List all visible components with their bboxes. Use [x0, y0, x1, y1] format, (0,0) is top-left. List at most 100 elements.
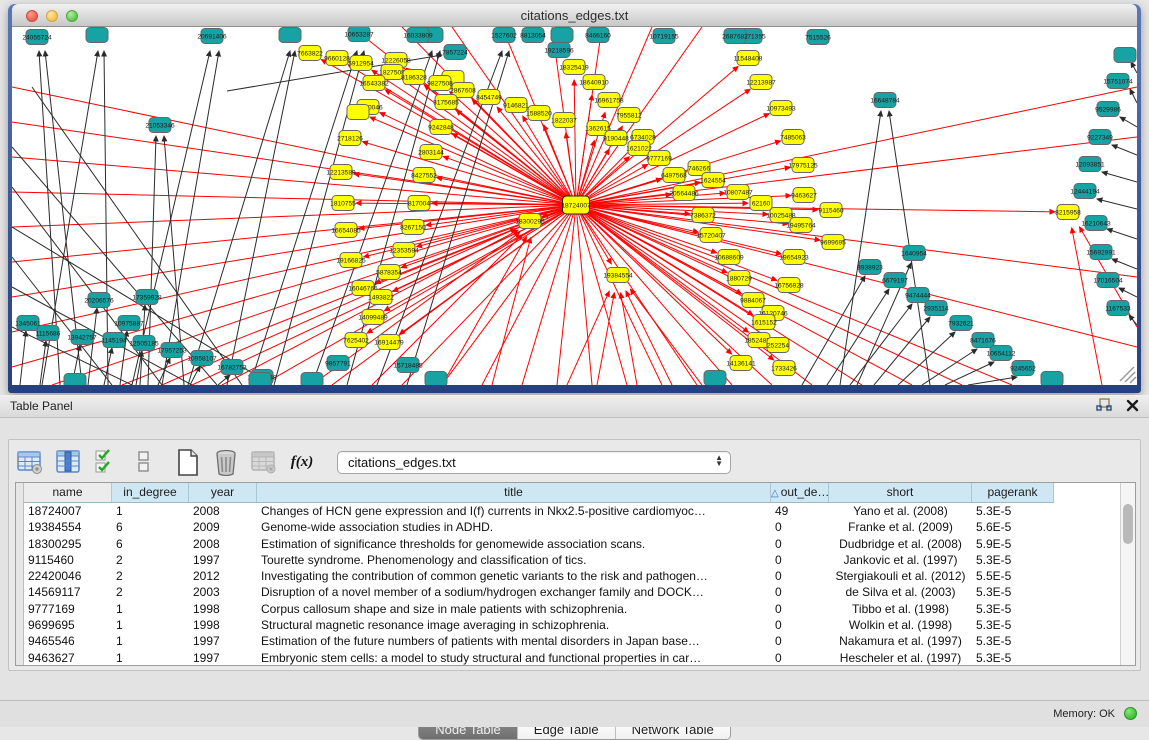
graph-node[interactable]: 9242848: [428, 120, 454, 135]
function-builder-button[interactable]: f(x): [287, 447, 317, 477]
graph-node[interactable]: 18325419: [559, 60, 589, 75]
graph-node[interactable]: 817004: [408, 196, 430, 211]
graph-node[interactable]: 17359928: [132, 290, 162, 305]
column-header-pagerank[interactable]: pagerank: [972, 483, 1054, 503]
graph-node[interactable]: [1114, 48, 1136, 63]
graph-node[interactable]: 12353594: [389, 243, 419, 258]
table-row[interactable]: 946554611997Estimation of the future num…: [24, 633, 1120, 649]
column-header-in_degree[interactable]: in_degree: [112, 483, 189, 503]
table-row[interactable]: 911546021997Tourette syndrome. Phenomeno…: [24, 552, 1120, 568]
node-table[interactable]: namein_degreeyeartitle△out_de…shortpager…: [15, 482, 1136, 666]
graph-node[interactable]: 1588520: [526, 106, 552, 121]
graph-node[interactable]: 20691406: [197, 29, 227, 44]
graph-node[interactable]: 1624554: [700, 173, 726, 188]
table-row[interactable]: 1872400712008Changes of HCN gene express…: [24, 503, 1120, 519]
column-header-short[interactable]: short: [829, 483, 972, 503]
graph-node[interactable]: 19384554: [603, 268, 633, 283]
graph-node[interactable]: 15751074: [1103, 74, 1133, 89]
graph-node[interactable]: [249, 373, 271, 386]
graph-node[interactable]: 1640954: [901, 246, 927, 261]
graph-node[interactable]: 6497568: [661, 168, 687, 183]
float-panel-icon[interactable]: [1096, 398, 1112, 417]
graph-node[interactable]: 7625402: [343, 333, 369, 348]
select-columns-button[interactable]: [53, 447, 83, 477]
graph-node[interactable]: 12213987: [746, 75, 776, 90]
graph-node[interactable]: 9190448: [603, 131, 629, 146]
graph-node[interactable]: 9857791: [325, 356, 351, 371]
graph-node[interactable]: 17016504: [1093, 273, 1123, 288]
graph-node[interactable]: 8466160: [585, 28, 611, 43]
graph-node[interactable]: 8938923: [857, 260, 883, 275]
table-row[interactable]: 1830029562008Estimation of significance …: [24, 536, 1120, 552]
select-rows-button[interactable]: [91, 447, 121, 477]
graph-hub-node[interactable]: 18724007: [561, 196, 591, 214]
graph-node[interactable]: 1880729: [726, 271, 752, 286]
graph-node[interactable]: 10973493: [766, 101, 796, 116]
graph-node[interactable]: 12093851: [1075, 157, 1105, 172]
graph-node[interactable]: 9474444: [905, 288, 931, 303]
graph-node[interactable]: 2935114: [923, 301, 949, 316]
table-panel-titlebar[interactable]: Table Panel: [0, 395, 1149, 418]
graph-node[interactable]: 19166825: [336, 253, 366, 268]
table-vertical-scrollbar[interactable]: [1120, 483, 1135, 665]
graph-node[interactable]: 10975887: [114, 316, 144, 331]
graph-node[interactable]: 10654112: [987, 346, 1016, 361]
graph-node[interactable]: [1041, 372, 1063, 386]
graph-node[interactable]: 12444194: [1070, 184, 1100, 199]
graph-node[interactable]: 1822037: [551, 113, 577, 128]
graph-node[interactable]: 10719155: [649, 29, 679, 44]
graph-node[interactable]: [425, 372, 447, 386]
graph-node[interactable]: 8186328: [401, 70, 427, 85]
graph-node[interactable]: 21053346: [145, 118, 175, 133]
graph-node[interactable]: 17957253: [157, 343, 187, 358]
graph-node[interactable]: 252254: [767, 338, 789, 353]
graph-node[interactable]: 1810755: [330, 196, 356, 211]
graph-node[interactable]: 9463627: [791, 188, 817, 203]
graph-node[interactable]: 10958107: [187, 351, 217, 366]
graph-node[interactable]: 8454749: [476, 90, 502, 105]
graph-node[interactable]: 14099489: [358, 310, 388, 325]
window-titlebar[interactable]: citations_edges.txt: [12, 4, 1137, 27]
graph-node[interactable]: 16961758: [594, 93, 624, 108]
column-header-title[interactable]: title: [257, 483, 771, 503]
graph-node[interactable]: 9245652: [1010, 361, 1036, 376]
graph-node[interactable]: 2803144: [418, 145, 444, 160]
graph-node[interactable]: 14136141: [726, 356, 756, 371]
graph-node[interactable]: [279, 28, 301, 43]
graph-node[interactable]: 19495764: [786, 218, 816, 233]
graph-node[interactable]: 8215958: [1055, 205, 1081, 220]
table-row[interactable]: 2242004622012Investigating the contribut…: [24, 568, 1120, 584]
graph-node[interactable]: 7857224: [442, 45, 468, 60]
graph-node[interactable]: 10807487: [723, 185, 753, 200]
close-panel-icon[interactable]: [1126, 399, 1139, 417]
graph-node[interactable]: 19218596: [544, 43, 574, 58]
network-view-window[interactable]: citations_edges.txt 18724007240557242069…: [8, 4, 1141, 393]
graph-node[interactable]: 16782753: [217, 360, 247, 375]
graph-node[interactable]: 9699695: [820, 235, 846, 250]
graph-node[interactable]: 9660128: [324, 51, 350, 66]
graph-node[interactable]: 17975125: [788, 158, 818, 173]
graph-node[interactable]: [551, 28, 573, 43]
graph-node[interactable]: 20564486: [669, 186, 699, 201]
graph-node[interactable]: 7386372: [690, 208, 716, 223]
graph-node[interactable]: 1115686: [36, 326, 61, 341]
network-canvas[interactable]: 1872400724055724206914061065328715276028…: [12, 27, 1137, 385]
graph-node[interactable]: 15692991: [1086, 245, 1116, 260]
table-row[interactable]: 969969511998Structural magnetic resonanc…: [24, 617, 1120, 633]
column-header-year[interactable]: year: [189, 483, 257, 503]
graph-node[interactable]: [86, 28, 108, 43]
graph-node[interactable]: 20206576: [84, 293, 114, 308]
graph-node[interactable]: 10653287: [344, 27, 374, 42]
graph-node[interactable]: 62160: [750, 196, 772, 211]
graph-node[interactable]: 1733426: [771, 361, 797, 376]
graph-node[interactable]: [704, 371, 726, 386]
graph-node[interactable]: 8427552: [411, 168, 437, 183]
graph-node[interactable]: 8267150: [400, 220, 426, 235]
graph-node[interactable]: 19654923: [779, 250, 809, 265]
row-height-button[interactable]: [129, 447, 159, 477]
graph-node[interactable]: 1493822: [368, 290, 394, 305]
graph-node[interactable]: 1145194: [101, 333, 127, 348]
graph-node[interactable]: 16914479: [374, 335, 404, 350]
graph-node[interactable]: 2687682: [722, 29, 748, 44]
graph-node[interactable]: 12505185: [129, 336, 159, 351]
